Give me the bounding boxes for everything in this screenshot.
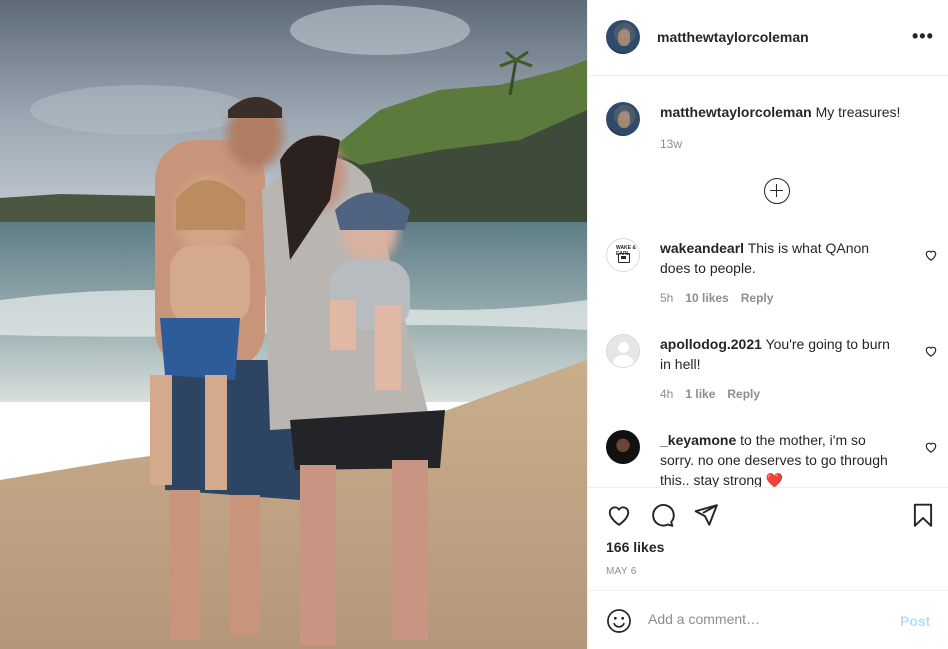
- post-header: matthewtaylorcoleman •••: [588, 0, 948, 76]
- commenter-avatar[interactable]: [606, 430, 640, 464]
- comment-text: wakeandearl This is what QAnon does to p…: [660, 238, 900, 278]
- heart-icon[interactable]: [606, 502, 632, 528]
- comment-heart-icon[interactable]: [924, 344, 938, 358]
- bookmark-icon[interactable]: [910, 502, 936, 528]
- share-icon[interactable]: [693, 502, 719, 528]
- post-button[interactable]: Post: [900, 613, 930, 629]
- post-side-panel: matthewtaylorcoleman ••• matthewtaylorco…: [587, 0, 948, 649]
- comment-time[interactable]: 4h: [660, 387, 673, 401]
- post-date[interactable]: MAY 6: [606, 566, 637, 577]
- post-photo[interactable]: [0, 0, 587, 649]
- add-comment-input[interactable]: [648, 611, 878, 627]
- comment-text: _keyamone to the mother, i'm so sorry. n…: [660, 430, 900, 487]
- caption-avatar[interactable]: [606, 102, 640, 136]
- comment-username[interactable]: apollodog.2021: [660, 336, 762, 352]
- caption-time[interactable]: 13w: [660, 137, 682, 151]
- caption-text: My treasures!: [815, 104, 901, 120]
- comment-meta: 4h 1 like Reply: [660, 387, 772, 401]
- commenter-avatar[interactable]: [606, 334, 640, 368]
- more-icon[interactable]: •••: [912, 26, 934, 47]
- comment-icon[interactable]: [649, 502, 675, 528]
- owner-avatar[interactable]: [606, 20, 640, 54]
- comment-text: apollodog.2021 You're going to burn in h…: [660, 334, 900, 374]
- reply-button[interactable]: Reply: [741, 291, 774, 305]
- comment-likes[interactable]: 10 likes: [685, 291, 728, 305]
- commenter-avatar[interactable]: WAKE & EARL: [606, 238, 640, 272]
- owner-username[interactable]: matthewtaylorcoleman: [657, 29, 809, 45]
- reply-button[interactable]: Reply: [727, 387, 760, 401]
- comment-heart-icon[interactable]: [924, 248, 938, 262]
- comment-meta: 5h 10 likes Reply: [660, 291, 785, 305]
- caption: matthewtaylorcoleman My treasures!: [660, 103, 930, 121]
- comment-list[interactable]: WAKE & EARL wakeandearl This is what QAn…: [588, 220, 948, 487]
- comment-likes[interactable]: 1 like: [685, 387, 715, 401]
- comment-heart-icon[interactable]: [924, 440, 938, 454]
- post-actions: 166 likes MAY 6: [588, 487, 948, 590]
- load-more-icon[interactable]: [764, 178, 790, 204]
- caption-username[interactable]: matthewtaylorcoleman: [660, 104, 812, 120]
- comment-username[interactable]: _keyamone: [660, 432, 736, 448]
- comment-time[interactable]: 5h: [660, 291, 673, 305]
- likes-count[interactable]: 166 likes: [606, 539, 664, 555]
- add-comment-bar: Post: [588, 590, 948, 649]
- comment-username[interactable]: wakeandearl: [660, 240, 744, 256]
- beach-family-photo: [0, 0, 587, 649]
- avatar-logo-icon: [618, 253, 630, 263]
- emoji-icon[interactable]: [606, 608, 632, 634]
